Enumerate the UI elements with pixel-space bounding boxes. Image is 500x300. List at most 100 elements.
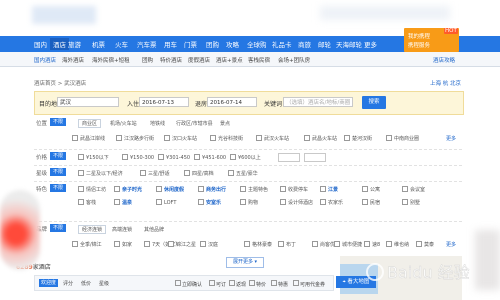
brand-option[interactable]: 格林豪泰 (244, 241, 272, 248)
nav-item-business[interactable]: 商旅 (298, 39, 311, 49)
keyword-input[interactable]: （选填）酒店名/地标/商圈 (283, 97, 353, 107)
star-option[interactable]: 三星/舒适 (140, 170, 170, 177)
brand-option[interactable]: 全季/锦江 (72, 241, 102, 248)
brand-option[interactable]: 锦江之星 (168, 241, 196, 248)
location-tab-metro[interactable]: 地铁线 (150, 120, 165, 127)
feature-option[interactable]: 主题特色 (240, 186, 268, 193)
location-unlimited[interactable]: 不限 (50, 118, 67, 126)
location-tab-business[interactable]: 商业区 (78, 119, 102, 128)
sort-star[interactable]: 星级 (99, 280, 109, 287)
brand-tab-other[interactable]: 其他品牌 (144, 226, 164, 233)
location-more-link[interactable]: 更多 (446, 135, 456, 142)
feature-option[interactable]: 设计师酒店 (280, 199, 313, 206)
price-unlimited[interactable]: 不限 (50, 152, 67, 160)
sort-rating[interactable]: 评分 (63, 280, 73, 287)
sort-popular[interactable]: 欢迎度 (39, 279, 59, 287)
location-option[interactable]: 光谷科技街 (210, 135, 243, 142)
expand-more-button[interactable]: 展开更多 ▾ (226, 257, 264, 268)
subnav-homestay[interactable]: 海外民宿+短租 (92, 56, 130, 64)
location-option[interactable]: 江汉路步行街 (116, 135, 154, 142)
price-option[interactable]: ¥150-300 (122, 154, 154, 161)
subnav-guide[interactable]: 酒店攻略 (433, 56, 455, 64)
star-unlimited[interactable]: 不限 (50, 168, 67, 176)
city-links[interactable]: 上海 杭 北京 (430, 79, 461, 87)
feature-option[interactable]: 农家乐 (320, 199, 343, 206)
location-option[interactable]: 武昌江岸线 (72, 135, 105, 142)
price-option[interactable]: ¥451-600 (194, 154, 226, 161)
brand-option[interactable]: 速8 (364, 241, 380, 248)
feature-option[interactable]: 亲子时光 (114, 186, 142, 193)
location-option[interactable]: 楚河汉街 (344, 135, 372, 142)
subnav-special[interactable]: 特价酒店 (160, 56, 182, 64)
subnav-domestic[interactable]: 国内酒店 (34, 56, 56, 64)
brand-more-link[interactable]: 更多 (446, 241, 456, 248)
nav-item-group[interactable]: 团购 (206, 39, 219, 49)
price-option[interactable]: ¥150以下 (78, 154, 109, 161)
brand-option[interactable]: 尚客优 (312, 241, 335, 248)
feature-unlimited[interactable]: 不限 (50, 184, 67, 192)
nav-item-giftcard[interactable]: 礼品卡 (272, 39, 292, 49)
destination-input[interactable]: 武汉 (57, 97, 119, 107)
nav-item-hotel[interactable]: 酒店 (50, 38, 69, 50)
feature-option[interactable]: 会议室 (402, 186, 425, 193)
subnav-conference[interactable]: 会场+团队房 (278, 56, 310, 64)
nav-item-tianhai[interactable]: 天海邮轮 (336, 39, 362, 49)
feature-option[interactable]: 情侣工坊 (78, 186, 106, 193)
subnav-hotel-scenic[interactable]: 酒店+景点 (216, 56, 243, 64)
brand-option[interactable]: 布丁 (278, 241, 296, 248)
brand-option[interactable]: 如家 (114, 241, 132, 248)
feature-option[interactable]: 民宿 (362, 199, 380, 206)
nav-item-flights[interactable]: 机票 (92, 39, 105, 49)
nav-item-2[interactable]: 旅游 (68, 39, 81, 49)
location-option[interactable]: 武昌火车站 (304, 135, 337, 142)
instant-confirm-checkbox[interactable]: 立即确认 (175, 280, 202, 288)
subnav-group[interactable]: 团购 (142, 56, 153, 64)
nav-item-bus[interactable]: 汽车票 (137, 39, 157, 49)
feature-option[interactable]: 江景 (320, 186, 338, 193)
subnav-inn[interactable]: 客栈民宿 (248, 56, 270, 64)
location-tab-airport[interactable]: 机场/火车站 (110, 120, 137, 127)
price-min-input[interactable] (278, 153, 300, 162)
brand-option[interactable]: 汉庭 (200, 241, 218, 248)
feature-option[interactable]: 公寓 (362, 186, 380, 193)
discount-checkbox[interactable]: 特惠 (271, 280, 288, 288)
feature-option[interactable]: 收费停车 (280, 186, 308, 193)
nav-item-cruise[interactable]: 邮轮 (318, 39, 331, 49)
brand-option[interactable]: 城市便捷 (334, 241, 362, 248)
user-menu[interactable]: 我的携程 携程服务 HOT (404, 28, 459, 52)
nav-item-train[interactable]: 火车 (115, 39, 128, 49)
nav-item-more[interactable]: 更多 (364, 39, 377, 49)
sort-price[interactable]: 低价 (81, 280, 91, 287)
special-checkbox[interactable]: 特价 (249, 280, 266, 288)
star-option[interactable]: 四星/高档 (184, 170, 214, 177)
feature-option[interactable]: LOFT (156, 199, 176, 206)
price-option[interactable]: ¥301-450 (158, 154, 190, 161)
feature-option[interactable]: 购物 (240, 199, 258, 206)
star-option[interactable]: 五星/豪华 (228, 170, 258, 177)
feature-option[interactable]: 别墅 (402, 199, 420, 206)
feature-option[interactable]: 商务出行 (198, 186, 226, 193)
location-tab-district[interactable]: 行政区/市辖市县 (176, 120, 213, 127)
bookable-checkbox[interactable]: 可订 (209, 280, 226, 288)
cashback-checkbox[interactable]: 返现 (229, 280, 246, 288)
brand-option[interactable]: 莫泰 (416, 241, 434, 248)
price-max-input[interactable] (304, 153, 326, 162)
location-tab-scenic[interactable]: 景点 (220, 120, 230, 127)
location-option[interactable]: 中南商业圈 (386, 135, 419, 142)
star-option[interactable]: 二星及以下/经济 (78, 170, 123, 177)
brand-unlimited[interactable]: 不限 (50, 224, 67, 232)
location-option[interactable]: 武汉火车站 (256, 135, 289, 142)
feature-option[interactable]: 温泉 (114, 199, 132, 206)
site-logo[interactable] (32, 6, 96, 24)
nav-item-car[interactable]: 用车 (164, 39, 177, 49)
nav-item-guide[interactable]: 攻略 (226, 39, 239, 49)
nav-item-global[interactable]: 全球购 (247, 39, 267, 49)
brand-tab-economy[interactable]: 经济连锁 (78, 225, 107, 234)
subnav-overseas[interactable]: 海外酒店 (62, 56, 84, 64)
brand-option[interactable]: 维也纳 (386, 241, 409, 248)
checkin-input[interactable]: 2016-07-13 (139, 97, 189, 107)
nav-item-0[interactable]: 国内 (34, 39, 47, 49)
search-button[interactable]: 搜索 (362, 96, 386, 109)
feature-option[interactable]: 安室乐 (198, 199, 221, 206)
price-option[interactable]: ¥600以上 (230, 154, 261, 161)
